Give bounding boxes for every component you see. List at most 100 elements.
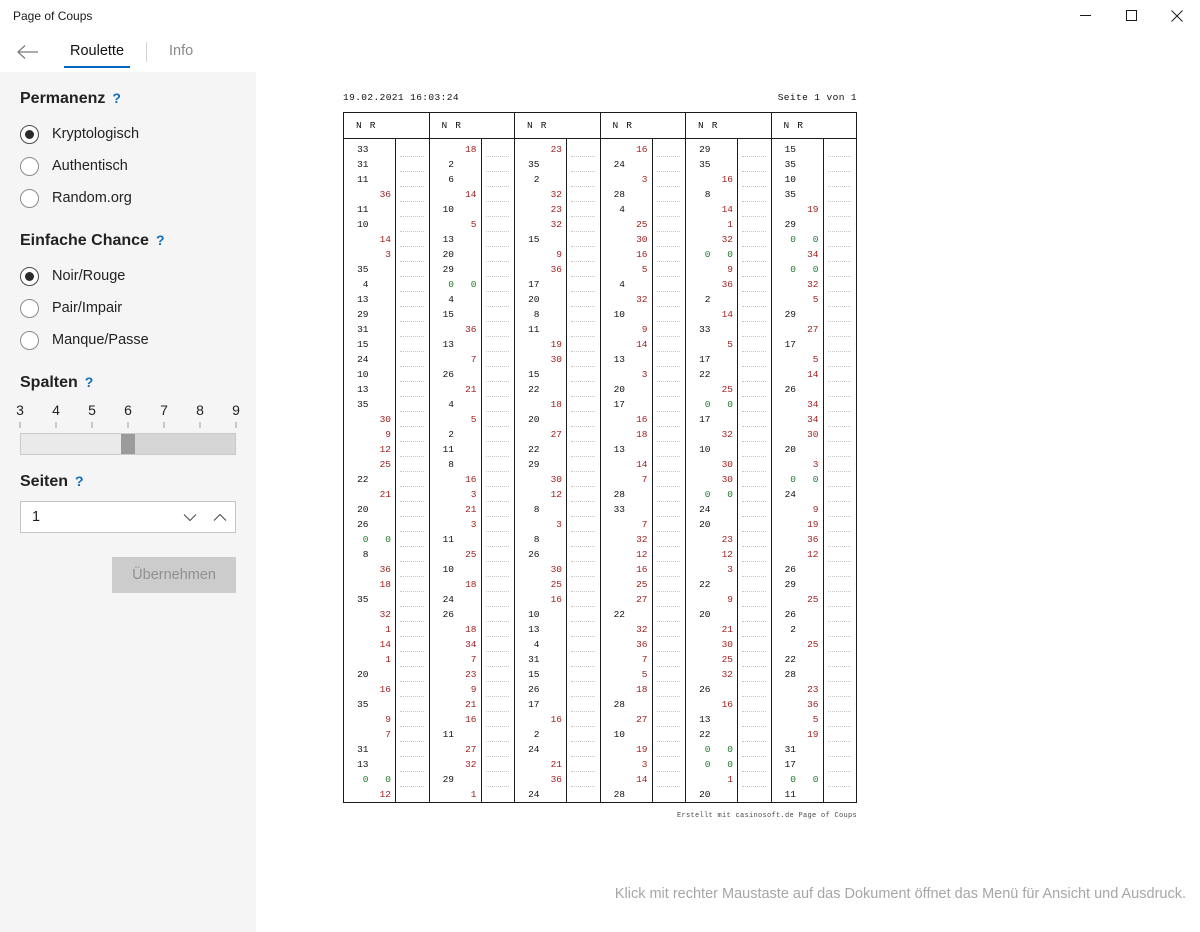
maximize-icon[interactable] (1108, 0, 1154, 31)
noir-value: 11 (357, 204, 369, 215)
rouge-value: 5 (641, 669, 648, 680)
coup-row: 9 (430, 682, 481, 697)
rule-line (742, 172, 766, 187)
coup-row: 33 (686, 322, 737, 337)
noir-value: 28 (613, 489, 625, 500)
radio-button-icon[interactable] (20, 330, 39, 350)
column-header: N R (686, 113, 771, 139)
coup-row: 00 (772, 262, 823, 277)
coup-row: 22 (686, 577, 737, 592)
coup-row: 10 (430, 202, 481, 217)
rule-line (656, 142, 680, 157)
coup-row: 13 (601, 442, 652, 457)
coup-row: 16 (515, 592, 566, 607)
radio-button-icon[interactable] (20, 298, 39, 318)
coup-row: 25 (601, 577, 652, 592)
radio-pair-impair[interactable]: Pair/Impair (0, 292, 256, 324)
rouge-value (797, 562, 823, 577)
rouge-value (540, 382, 566, 397)
close-icon[interactable] (1154, 0, 1200, 31)
chevron-up-icon[interactable] (205, 502, 235, 532)
coup-row: 17 (515, 697, 566, 712)
tab-roulette[interactable]: Roulette (64, 39, 131, 68)
coup-row: 18 (430, 142, 481, 157)
noir-value: 13 (699, 714, 711, 725)
noir-value: 11 (357, 174, 369, 185)
rouge-value (540, 232, 566, 247)
noir-value: 26 (357, 519, 369, 530)
noir-value: 22 (357, 474, 369, 485)
rouge-value: 18 (550, 399, 562, 410)
radio-noir-rouge[interactable]: Noir/Rouge (0, 260, 256, 292)
help-icon-spalten[interactable]: ? (85, 374, 94, 390)
coup-row: 11 (430, 727, 481, 742)
rule-line (571, 697, 595, 712)
noir-value: 10 (357, 219, 369, 230)
noir-value (344, 442, 369, 457)
rouge-value (711, 187, 737, 202)
coup-row: 13 (430, 337, 481, 352)
rule-line (571, 727, 595, 742)
rouge-value (711, 787, 737, 802)
radio-button-icon[interactable] (20, 124, 39, 144)
coup-row: 4 (430, 292, 481, 307)
noir-value: 2 (704, 294, 711, 305)
rouge-value: 14 (636, 339, 648, 350)
radio-kryptologisch[interactable]: Kryptologisch (0, 118, 256, 150)
rule-line (742, 457, 766, 472)
rouge-value: 14 (465, 189, 477, 200)
rouge-value: 3 (727, 564, 733, 575)
coup-row: 3 (686, 562, 737, 577)
noir-value: 22 (613, 609, 625, 620)
radio-authentisch[interactable]: Authentisch (0, 150, 256, 182)
radio-random-org[interactable]: Random.org (0, 182, 256, 214)
noir-value (344, 577, 369, 592)
noir-value (772, 397, 797, 412)
radio-button-icon[interactable] (20, 156, 39, 176)
tab-info[interactable]: Info (163, 39, 199, 65)
coup-row: 27 (601, 712, 652, 727)
seiten-spinner[interactable]: 1 (20, 501, 236, 533)
rule-line (400, 712, 424, 727)
coup-row: 00 (686, 487, 737, 502)
rule-line (400, 577, 424, 592)
coup-row: 10 (344, 217, 395, 232)
document-pane[interactable]: 19.02.2021 16:03:24 Seite 1 von 1 N R 33 3… (256, 72, 1200, 932)
noir-value: 17 (528, 279, 540, 290)
rouge-value: 3 (641, 174, 648, 185)
coup-row: 12 (515, 487, 566, 502)
slider-tick-mark (235, 422, 237, 428)
minimize-icon[interactable] (1062, 0, 1108, 31)
rouge-value (455, 202, 481, 217)
rule-line (571, 367, 595, 382)
help-icon-seiten[interactable]: ? (75, 473, 84, 489)
noir-value (430, 787, 455, 802)
rule-line (571, 547, 595, 562)
rule-line (827, 592, 851, 607)
slider-thumb[interactable] (121, 434, 135, 454)
rule-line (656, 202, 680, 217)
radio-button-icon[interactable] (20, 266, 39, 286)
help-icon-permanenz[interactable]: ? (112, 90, 121, 106)
coup-row: 36 (686, 277, 737, 292)
rule-line (742, 682, 766, 697)
rule-line (742, 472, 766, 487)
rule-line (400, 667, 424, 682)
seiten-value[interactable]: 1 (32, 509, 175, 525)
apply-button[interactable]: Übernehmen (112, 557, 236, 593)
slider-tick-mark (163, 422, 165, 428)
number-subcolumn: 18 2 6 14 10 5 13 20 29 0 0 4 15 36 13 7 26 21 4 5 2 11 8 16 3 21… (430, 139, 482, 802)
coup-row: 26 (772, 382, 823, 397)
coup-row: 13 (686, 712, 737, 727)
noir-value (344, 622, 369, 637)
coup-row: 35 (772, 157, 823, 172)
back-arrow-icon[interactable] (10, 36, 46, 68)
noir-value (601, 172, 626, 187)
chevron-down-icon[interactable] (175, 502, 205, 532)
spalten-slider[interactable] (20, 433, 236, 455)
radio-button-icon[interactable] (20, 188, 39, 208)
help-icon-einfache-chance[interactable]: ? (156, 232, 165, 248)
coup-row: 1 (686, 772, 737, 787)
rule-line (656, 292, 680, 307)
radio-manque-passe[interactable]: Manque/Passe (0, 324, 256, 356)
